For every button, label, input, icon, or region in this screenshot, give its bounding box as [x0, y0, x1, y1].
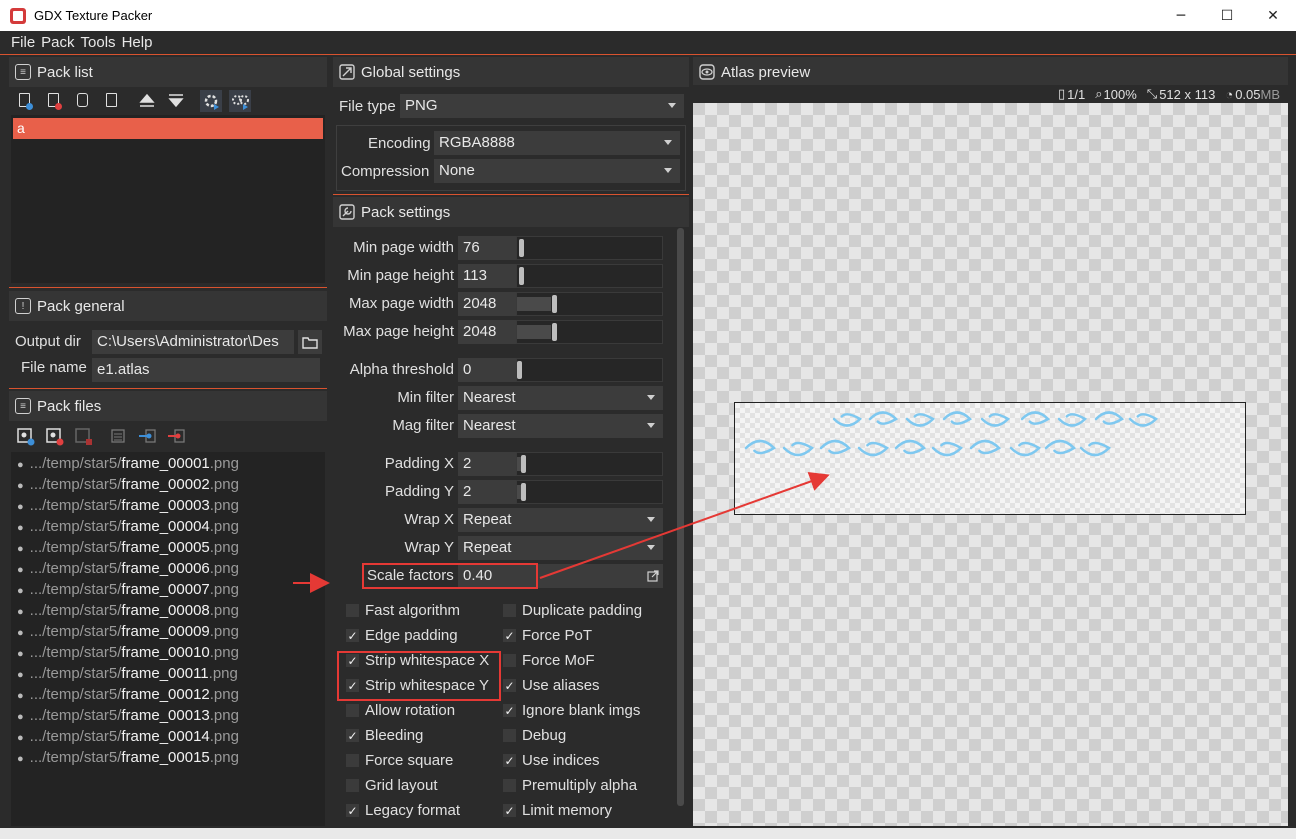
annotation-arrows [293, 471, 830, 593]
result-arrow [539, 471, 830, 579]
